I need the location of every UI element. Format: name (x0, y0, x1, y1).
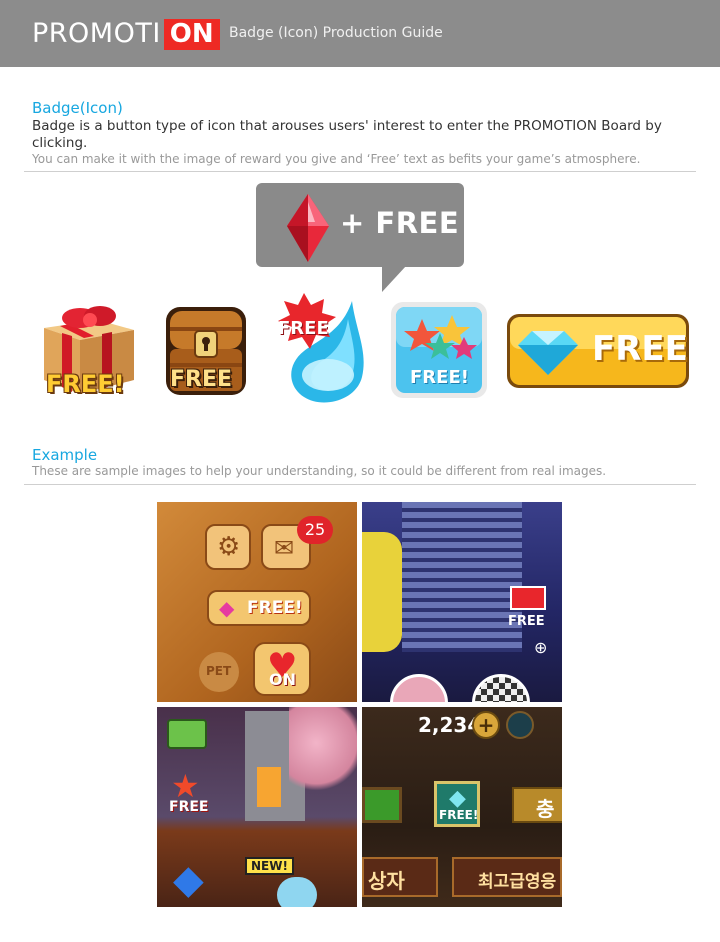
badge-stars-label: FREE! (410, 367, 469, 388)
example-image-3: ★ FREE ◆ NEW! (157, 707, 357, 907)
pink-gem-icon: ◆ (219, 596, 235, 620)
cherry-tree (289, 707, 357, 797)
add-currency-button[interactable]: + (472, 711, 500, 739)
example-image-4: 2,234 + ◆ FREE! 충 상자 최고급영응 (362, 707, 562, 907)
free-star-label: FREE (169, 799, 209, 815)
example-section-note: These are sample images to help your und… (32, 464, 607, 478)
header-bar: PROMOTI ON Badge (Icon) Production Guide (0, 0, 720, 67)
premium-tab[interactable]: 최고급영응 (452, 857, 562, 897)
box-tab[interactable]: 상자 (362, 857, 438, 897)
settings-button: ⚙ (205, 524, 251, 570)
free-crystal-button[interactable]: ◆ FREE! (434, 781, 480, 827)
character-sprite (277, 877, 317, 907)
gear-icon: ⚙ (217, 532, 241, 562)
charge-label: 충 (536, 797, 555, 821)
premium-tab-label: 최고급영응 (478, 872, 557, 892)
callout-text: + FREE (340, 206, 460, 240)
heart-on-button: ♥ ON (253, 642, 311, 696)
gem-currency-icon (506, 711, 534, 739)
logo-text: PROMOTI (32, 18, 161, 49)
building-backdrop (402, 502, 522, 652)
pet-label: PET (206, 664, 232, 678)
header-subtitle: Badge (Icon) Production Guide (229, 25, 443, 41)
zoom-icon[interactable]: ⊕ (534, 638, 547, 657)
gem-drop-icon (278, 293, 364, 403)
badge-gift-box: FREE! (36, 294, 140, 406)
charge-button[interactable]: 충 (512, 787, 562, 823)
fire-icon (257, 767, 281, 807)
example-section-title: Example (32, 446, 98, 464)
free-gem-label: FREE! (247, 598, 303, 618)
race-flag-button[interactable] (472, 674, 530, 702)
badge-treasure-chest: FREE (164, 305, 248, 397)
green-button[interactable] (362, 787, 402, 823)
callout-bubble-tail (382, 266, 406, 292)
badge-stars: FREE! (390, 301, 488, 399)
on-label: ON (269, 670, 296, 689)
section-divider (24, 171, 696, 172)
box-tab-label: 상자 (368, 869, 405, 893)
envelope-icon: ✉ (274, 534, 295, 562)
example-image-1: ⚙ ✉ 25 ◆ FREE! PET ♥ ON (157, 502, 357, 702)
free-crystal-label: FREE! (439, 808, 479, 822)
badge-diamond-label: FREE (592, 329, 688, 369)
badge-section-note: You can make it with the image of reward… (32, 152, 641, 166)
new-badge: NEW! (245, 857, 294, 875)
badge-gift-label: FREE! (46, 370, 125, 398)
badge-gem-drop: FREE (264, 291, 374, 409)
badge-gem-label: FREE (278, 318, 329, 339)
character-avatar[interactable] (390, 674, 448, 702)
blue-gem-icon: ◆ (173, 857, 204, 903)
gift-icon (510, 586, 546, 610)
section-divider (24, 484, 696, 485)
red-crystal-icon (287, 194, 329, 262)
badge-diamond: FREE (506, 313, 690, 389)
badge-section-description: Badge is a button type of icon that arou… (32, 118, 662, 151)
free-gift-label: FREE (508, 614, 545, 629)
notification-badge: 25 (297, 516, 333, 544)
badge-chest-label: FREE (170, 367, 233, 392)
yellow-car (362, 532, 402, 652)
promotion-logo: PROMOTI ON (32, 18, 220, 50)
logo-on-box: ON (163, 18, 220, 50)
free-gem-badge: ◆ FREE! (207, 590, 311, 626)
badge-section-title: Badge(Icon) (32, 99, 123, 117)
gamepad-icon[interactable] (167, 719, 207, 749)
example-image-2: FREE ⊕ (362, 502, 562, 702)
pet-button: PET (199, 652, 239, 692)
